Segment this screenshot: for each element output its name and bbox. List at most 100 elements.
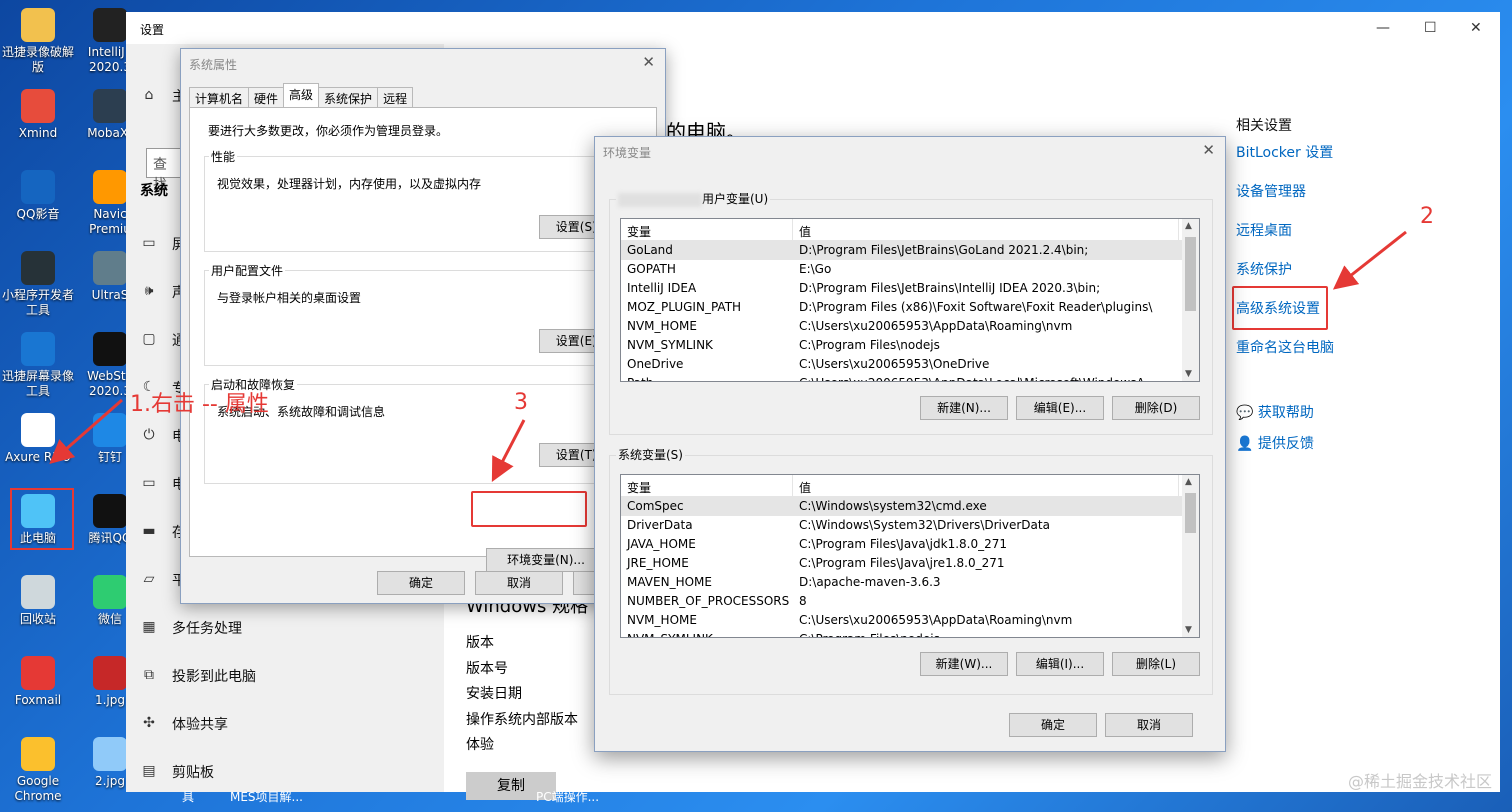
minimize-icon[interactable]: — [1376,20,1390,36]
table-row[interactable]: JRE_HOME C:\Program Files\Java\jre1.8.0_2… [621,554,1199,573]
app-icon [93,251,127,285]
table-row[interactable]: OneDrive C:\Users\xu20065953\OneDrive [621,355,1199,374]
startup-group: 启动和故障恢复 系统启动、系统故障和调试信息 设置(T)... [204,376,644,484]
ok-button[interactable]: 确定 [1009,713,1097,737]
user-variables-list[interactable]: 变量 值 GoLand D:\Program Files\JetBrains\Go… [620,218,1200,382]
scroll-down-icon[interactable]: ▼ [1185,625,1192,635]
group-desc: 视觉效果，处理器计划，内存使用，以及虚拟内存 [217,177,482,191]
scroll-thumb[interactable] [1185,493,1196,533]
table-row[interactable]: JAVA_HOME C:\Program Files\Java\jdk1.8.0_… [621,535,1199,554]
desktop-icon-label: 小程序开发者工具 [1,288,74,317]
storage-icon: ▬ [142,523,156,539]
desktop-icon[interactable]: Google Chrome [0,737,76,804]
system-variables-label: 系统变量(S) [616,446,685,463]
desktop-icon-label: 迅捷录像破解版 [1,45,74,74]
environment-variables-button[interactable]: 环境变量(N)... [486,548,606,572]
column-variable[interactable]: 变量 [621,219,793,240]
cell-value: C:\Users\xu20065953\AppData\Roaming\nvm [799,319,1073,333]
desktop-icon[interactable]: 回收站 [0,575,76,627]
table-row[interactable]: GOPATH E:\Go [621,260,1199,279]
help-link[interactable]: 💬 获取帮助 [1236,402,1314,422]
related-link[interactable]: BitLocker 设置 [1236,142,1333,162]
list-action-button[interactable]: 编辑(E)... [1016,396,1104,420]
table-row[interactable]: MOZ_PLUGIN_PATH D:\Program Files (x86)\Fo… [621,298,1199,317]
desktop-icon[interactable]: QQ影音 [0,170,76,222]
desktop-icon[interactable]: Xmind [0,89,76,141]
spec-label: 操作系统内部版本 [466,711,578,728]
app-icon [21,170,55,204]
list-action-button[interactable]: 编辑(I)... [1016,652,1104,676]
cell-variable: DriverData [627,518,693,532]
close-icon[interactable]: ✕ [1202,141,1215,159]
table-row[interactable]: PathC:\Users\xu20065953\AppData\Local\Mi… [621,374,1199,381]
related-link[interactable]: 远程桌面 [1236,220,1292,240]
table-row[interactable]: NUMBER_OF_PROCESSORS 8 [621,592,1199,611]
ok-button[interactable]: 确定 [377,571,465,595]
cell-value: C:\Users\xu20065953\OneDrive [799,357,990,371]
highlight-this-pc [10,488,74,550]
column-value[interactable]: 值 [793,475,1179,496]
close-icon[interactable]: ✕ [642,53,655,71]
sidebar-item[interactable]: ▦ 多任务处理 [140,618,242,638]
cell-value: C:\Users\xu20065953\AppData\Roaming\nvm [799,613,1073,627]
desktop-icon[interactable]: 小程序开发者工具 [0,251,76,318]
cell-value: D:\Program Files\JetBrains\GoLand 2021.2… [799,243,1089,257]
table-row[interactable]: MAVEN_HOME D:\apache-maven-3.6.3 [621,573,1199,592]
cell-value: C:\Program Files\Java\jdk1.8.0_271 [799,537,1008,551]
app-icon [93,170,127,204]
table-row[interactable]: IntelliJ IDEA D:\Program Files\JetBrains\… [621,279,1199,298]
scrollbar[interactable]: ▲ ▼ [1182,219,1199,381]
annotation-step1: 1.右击 -- 属性 [130,392,269,417]
column-value[interactable]: 值 [793,219,1179,240]
related-link[interactable]: 重命名这台电脑 [1236,337,1334,357]
tab-item[interactable]: 硬件 [248,87,285,107]
table-row[interactable]: NVM_HOME C:\Users\xu20065953\AppData\Roam… [621,317,1199,336]
app-icon [93,8,127,42]
scroll-up-icon[interactable]: ▲ [1185,477,1192,487]
list-action-button[interactable]: 新建(N)... [920,396,1008,420]
tab-item[interactable]: 计算机名 [189,87,250,107]
table-row[interactable]: NVM_SYMLINKC:\Program Files\nodejs [621,336,1199,355]
cancel-button[interactable]: 取消 [475,571,563,595]
settings-titlebar: 设置 — ☐ ✕ [126,12,1500,44]
sidebar-item[interactable]: ⧉ 投影到此电脑 [140,666,256,686]
taskbar-item[interactable]: MES项目解... [230,788,303,805]
desktop-icon[interactable]: Axure RP 9 [0,413,76,465]
table-row[interactable]: ComSpec C:\Windows\system32\cmd.exe [621,497,1199,516]
tab-item[interactable]: 远程 [377,87,414,107]
desktop-icon[interactable]: 迅捷屏幕录像工具 [0,332,76,399]
table-row[interactable]: GoLand D:\Program Files\JetBrains\GoLand … [621,241,1199,260]
taskbar-item[interactable]: 具 [182,788,194,805]
list-action-button[interactable]: 删除(D) [1112,396,1200,420]
scroll-down-icon[interactable]: ▼ [1185,369,1192,379]
table-row[interactable]: NVM_SYMLINKC:\Program Files\nodejs [621,630,1199,637]
spec-label: 版本 [466,635,494,651]
column-variable[interactable]: 变量 [621,475,793,496]
close-icon[interactable]: ✕ [1470,20,1482,36]
performance-group: 性能 视觉效果，处理器计划，内存使用，以及虚拟内存 设置(S)... [204,148,644,252]
list-action-button[interactable]: 新建(W)... [920,652,1008,676]
sidebar-item[interactable]: ▤ 剪贴板 [140,762,214,782]
desktop-icon-label: Google Chrome [14,774,62,803]
app-icon [93,332,127,366]
table-row[interactable]: DriverData C:\Windows\System32\Drivers\Dr… [621,516,1199,535]
scroll-thumb[interactable] [1185,237,1196,311]
tab-item[interactable]: 高级 [283,83,320,107]
related-link[interactable]: 设备管理器 [1236,181,1306,201]
scroll-up-icon[interactable]: ▲ [1185,221,1192,231]
help-link[interactable]: 👤 提供反馈 [1236,433,1314,453]
system-variables-list[interactable]: 变量 值 ComSpec C:\Windows\system32\cmd.exe D… [620,474,1200,638]
desktop-icon[interactable]: 迅捷录像破解版 [0,8,76,75]
cell-value: C:\Program Files\nodejs [793,630,1179,637]
sidebar-item[interactable]: ✣ 体验共享 [140,714,228,734]
user-variables-group: 用户变量(U) 变量 值 GoLand D:\Program Files\JetB… [609,190,1213,435]
taskbar-item[interactable]: PC端操作... [536,788,599,805]
list-action-button[interactable]: 删除(L) [1112,652,1200,676]
maximize-icon[interactable]: ☐ [1424,20,1437,36]
desktop-icon[interactable]: Foxmail [0,656,76,708]
related-link[interactable]: 系统保护 [1236,259,1292,279]
cancel-button[interactable]: 取消 [1105,713,1193,737]
table-row[interactable]: NVM_HOME C:\Users\xu20065953\AppData\Roam… [621,611,1199,630]
scrollbar[interactable]: ▲ ▼ [1182,475,1199,637]
tab-item[interactable]: 系统保护 [318,87,379,107]
